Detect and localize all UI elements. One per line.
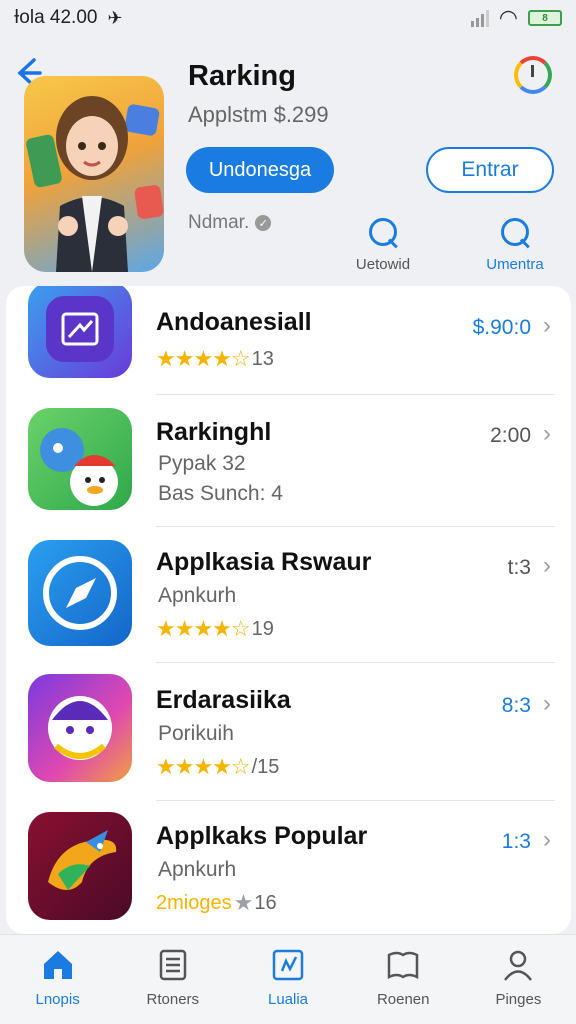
app-icon-compass [28,540,132,646]
primary-action-button[interactable]: Undonesga [186,147,334,193]
app-price: $.90:0 [472,316,531,339]
app-price: 8:3 [501,694,531,717]
app-icon-messenger [28,286,132,378]
action-label: Uetowid [355,256,411,273]
bottom-tab-bar: Lnopis Rtoners Lualia Roenen Pinges [0,934,576,1024]
app-name: Applkaks Popular [156,822,368,850]
tab-label: Pinges [495,991,542,1008]
tab-label: Lualia [267,991,309,1008]
clock-icon[interactable] [514,56,552,94]
app-detail: Bas Sunch: 4 [158,482,283,505]
app-icon-bird [28,408,132,510]
app-icon-bird-art [28,812,132,920]
developer-label: Ndmar. ✓ [188,212,272,234]
battery-icon: 8 [528,10,562,26]
chevron-right-icon: › [543,690,551,717]
app-header: Rarking Applstm $.299 Undonesga Entrar N… [0,40,576,294]
star-rating-icon: ★★★★☆ [156,616,251,641]
chevron-right-icon: › [543,312,551,339]
rating-count: 16 [254,891,277,914]
star-icon: ★ [233,890,254,915]
signal-bolt-icon: ✈ [107,7,123,28]
developer-name: Ndmar. [188,212,250,233]
tab-label: Lnopis [35,991,80,1008]
app-rating: 2mioges ★ 16 [156,890,277,916]
status-right: ◠ 8 [470,5,562,31]
rating-count: 19 [251,617,274,640]
rating-count: 13 [251,347,274,370]
battery-level: 8 [542,12,548,24]
enter-button[interactable]: Entrar [426,147,554,193]
app-price: 2:00 [490,424,531,447]
avatar-character [56,96,128,272]
rating-count: /15 [251,755,280,778]
status-left: Ɨola 42.00 ✈ [14,7,123,29]
verified-icon: ✓ [255,215,272,231]
list-item[interactable]: Erdarasiika Porikuih ★★★★☆ /15 8:3 › [6,662,571,801]
cell-signal-icon [470,9,489,27]
chevron-right-icon: › [543,552,551,579]
tab-label: Rtoners [146,991,200,1008]
home-icon [40,947,76,983]
chevron-right-icon: › [543,420,551,447]
status-time: Ɨola 42.00 [14,7,98,28]
document-icon [155,947,191,983]
app-category: Porikuih [158,722,234,745]
chevron-right-icon: › [543,826,551,853]
hero-image[interactable] [24,76,164,272]
app-category: Apnkurh [158,858,237,881]
app-name: Applkasia Rswaur [156,548,372,576]
star-rating-icon: ★★★★☆ [156,346,251,371]
calendar-icon [270,947,306,983]
rating-label: 2mioges [156,891,232,914]
list-item[interactable]: Applkasia Rswaur Apnkurh ★★★★☆ 19 t:3 › [6,526,571,663]
app-rating: ★★★★☆ 13 [156,346,274,372]
tab-lualia[interactable]: Lualia [230,935,345,1024]
app-rating: ★★★★☆ /15 [156,754,279,780]
search-icon [499,216,531,250]
tab-label: Roenen [376,991,430,1008]
list-item[interactable]: Andoanesiall ★★★★☆ 13 $.90:0 › [6,286,571,395]
book-icon [385,947,421,983]
search-icon [367,216,399,250]
list-item[interactable]: Rarkinghl Pypak 32 Bas Sunch: 4 2:00 › [6,394,571,527]
tab-rtoners[interactable]: Rtoners [115,935,230,1024]
app-subtitle: Applstm $.299 [188,102,329,127]
tab-pinges[interactable]: Pinges [461,935,576,1024]
list-item[interactable]: Applkaks Popular Apnkurh 2mioges ★ 16 1:… [6,800,571,934]
wifi-icon: ◠ [498,5,518,30]
action-uetowid[interactable]: Uetowid [338,216,428,273]
action-umentra[interactable]: Umentra [470,216,560,273]
tab-home[interactable]: Lnopis [0,935,115,1024]
app-category: Pypak 32 [158,452,246,475]
tab-roenen[interactable]: Roenen [346,935,461,1024]
person-icon [500,947,536,983]
app-name: Erdarasiika [156,686,291,714]
ranking-list: Andoanesiall ★★★★☆ 13 $.90:0 › Rarkinghl… [6,286,571,934]
app-price: t:3 [507,556,531,579]
app-name: Rarkinghl [156,418,272,446]
app-category: Apnkurh [158,584,237,607]
app-price: 1:3 [501,830,531,853]
app-rating: ★★★★☆ 19 [156,616,274,642]
page-title: Rarking [188,60,296,92]
status-bar: Ɨola 42.00 ✈ ◠ 8 [0,0,576,36]
app-name: Andoanesiall [156,308,312,336]
app-icon-smile [28,674,132,782]
star-rating-icon: ★★★★☆ [156,754,251,779]
action-label: Umentra [486,256,544,273]
